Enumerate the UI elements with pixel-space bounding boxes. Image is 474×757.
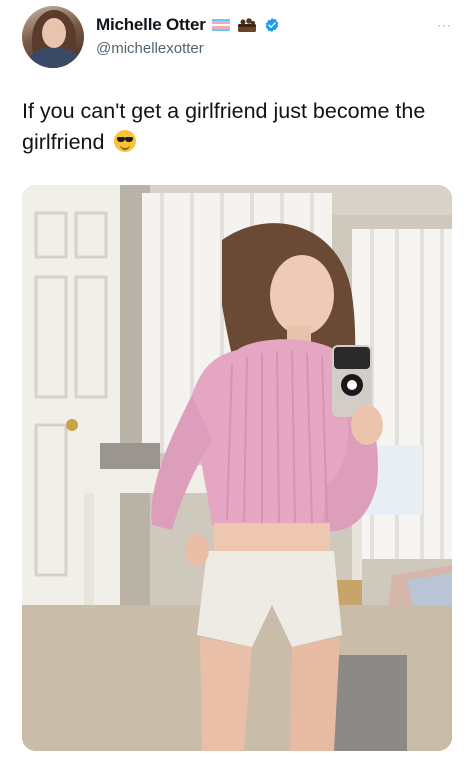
transgender-flag-icon [211, 19, 230, 31]
verified-badge-icon [265, 18, 278, 32]
tweet-text: If you can't get a girlfriend just becom… [22, 96, 452, 158]
author-handle[interactable]: @michellexotter [96, 40, 204, 57]
author-name-row: Michelle Otter [96, 14, 280, 36]
sunglasses-emoji-icon [114, 130, 137, 152]
mirror-selfie-image [22, 185, 452, 751]
tweet-photo[interactable] [22, 185, 452, 751]
tweet-text-body: If you can't get a girlfriend just becom… [22, 99, 426, 154]
author-display-name[interactable]: Michelle Otter [96, 15, 206, 35]
cake-icon [236, 17, 258, 33]
author-avatar[interactable] [22, 6, 84, 68]
tweet-header: Michelle Otter @michellexotter ··· [0, 0, 474, 80]
more-options-icon[interactable]: ··· [437, 18, 452, 32]
